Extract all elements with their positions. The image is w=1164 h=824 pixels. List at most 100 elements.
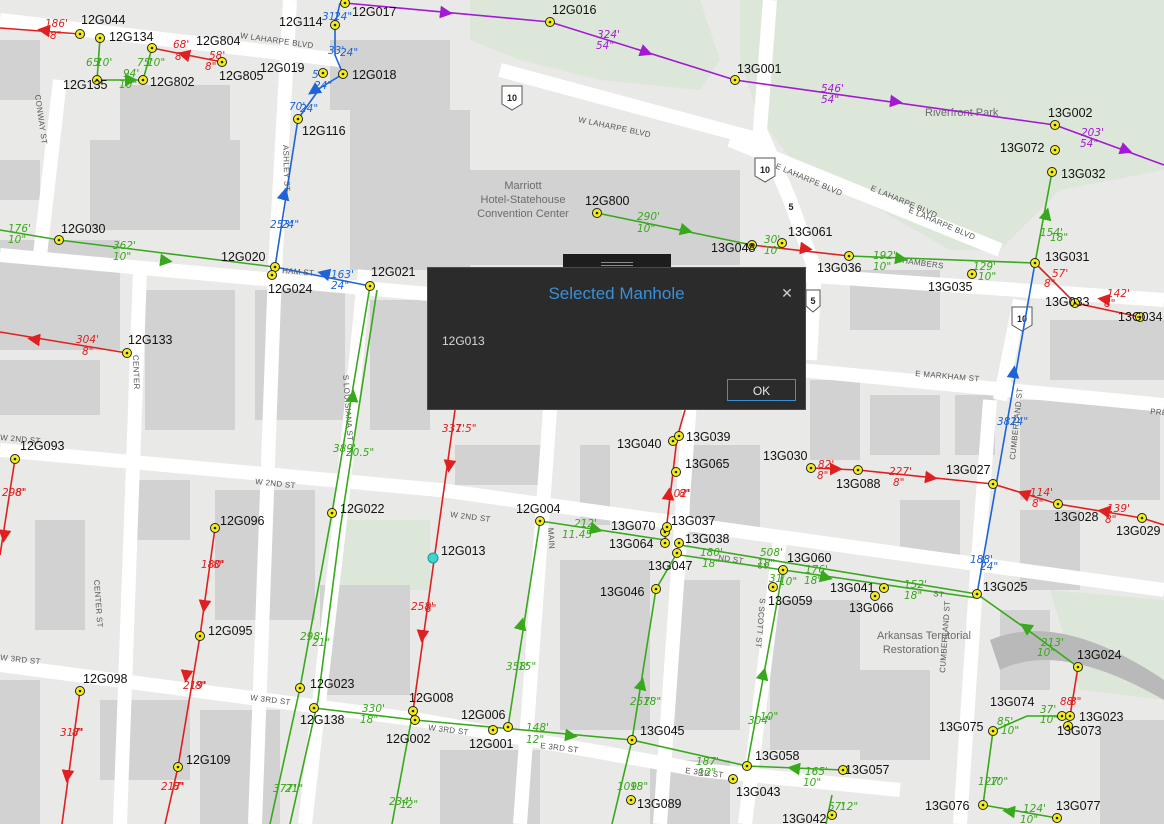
manhole-marker[interactable] — [972, 589, 982, 599]
manhole-marker[interactable] — [408, 706, 418, 716]
manhole-marker[interactable] — [338, 69, 348, 79]
manhole-marker[interactable] — [671, 467, 681, 477]
manhole-marker[interactable] — [1050, 145, 1060, 155]
pipe-size-label: 8" — [1105, 514, 1117, 526]
pipe-size-label: 18" — [643, 696, 661, 708]
manhole-label: 13G038 — [685, 532, 730, 546]
poi-label: Hotel-Statehouse — [481, 194, 566, 206]
manhole-marker[interactable] — [1052, 813, 1062, 823]
manhole-marker[interactable] — [806, 463, 816, 473]
manhole-marker[interactable] — [827, 810, 837, 820]
manhole-marker[interactable] — [1065, 711, 1075, 721]
manhole-marker[interactable] — [651, 584, 661, 594]
pipe-size-label: 18" — [804, 575, 822, 587]
manhole-marker[interactable] — [340, 0, 350, 8]
manhole-marker[interactable] — [75, 29, 85, 39]
manhole-marker[interactable] — [853, 465, 863, 475]
manhole-marker[interactable] — [267, 270, 277, 280]
manhole-marker[interactable] — [1050, 120, 1060, 130]
manhole-marker[interactable] — [1073, 662, 1083, 672]
manhole-marker[interactable] — [768, 582, 778, 592]
manhole-marker[interactable] — [545, 17, 555, 27]
manhole-marker[interactable] — [295, 683, 305, 693]
manhole-marker[interactable] — [728, 774, 738, 784]
pipe-size-label: 24" — [331, 280, 349, 292]
grip-line — [601, 265, 633, 266]
manhole-marker[interactable] — [742, 761, 752, 771]
manhole-marker[interactable] — [967, 269, 977, 279]
manhole-marker[interactable] — [75, 686, 85, 696]
manhole-marker[interactable] — [674, 431, 684, 441]
manhole-marker[interactable] — [730, 75, 740, 85]
manhole-label: 12G135 — [63, 78, 108, 92]
ok-button[interactable]: OK — [727, 379, 796, 401]
manhole-marker[interactable] — [54, 235, 64, 245]
manhole-marker[interactable] — [978, 800, 988, 810]
manhole-marker[interactable] — [318, 68, 328, 78]
pipe-size-label: 8" — [15, 487, 27, 499]
manhole-marker[interactable] — [309, 703, 319, 713]
manhole-marker[interactable] — [844, 251, 854, 261]
manhole-label: 13G075 — [939, 720, 984, 734]
manhole-marker[interactable] — [674, 538, 684, 548]
manhole-marker[interactable] — [330, 20, 340, 30]
manhole-label: 13G077 — [1056, 799, 1101, 813]
manhole-label: 13G066 — [849, 601, 894, 615]
manhole-marker[interactable] — [147, 43, 157, 53]
pipe-size-label: 54" — [596, 40, 614, 52]
manhole-marker[interactable] — [778, 565, 788, 575]
manhole-marker[interactable] — [327, 508, 337, 518]
close-icon[interactable]: ✕ — [777, 283, 797, 303]
manhole-marker[interactable] — [627, 735, 637, 745]
sewer-map[interactable]: W LAHARPE BLVD W LAHARPE BLVD E LAHARPE … — [0, 0, 1164, 824]
manhole-label: 13G064 — [609, 537, 654, 551]
manhole-marker[interactable] — [122, 348, 132, 358]
pipe-size-label: 8" — [1032, 498, 1044, 510]
manhole-marker[interactable] — [10, 454, 20, 464]
manhole-marker[interactable] — [138, 75, 148, 85]
pipe-size-label: 24" — [281, 219, 299, 231]
manhole-label: 12G020 — [221, 250, 266, 264]
manhole-marker[interactable] — [217, 57, 227, 67]
manhole-marker[interactable] — [1053, 499, 1063, 509]
manhole-marker[interactable] — [195, 631, 205, 641]
pipe-size-label: 18" — [757, 558, 775, 570]
manhole-marker[interactable] — [410, 715, 420, 725]
pipe-length-label: 68' — [173, 39, 189, 51]
manhole-marker[interactable] — [365, 281, 375, 291]
manhole-label: 13G033 — [1045, 295, 1090, 309]
manhole-marker[interactable] — [988, 726, 998, 736]
manhole-marker[interactable] — [210, 523, 220, 533]
poi-label: Marriott — [504, 180, 541, 192]
manhole-marker[interactable] — [1030, 258, 1040, 268]
manhole-label: 12G004 — [516, 502, 561, 516]
manhole-marker[interactable] — [660, 538, 670, 548]
manhole-label: 12G098 — [83, 672, 128, 686]
manhole-label: 12G800 — [585, 194, 630, 208]
manhole-marker[interactable] — [95, 33, 105, 43]
manhole-marker[interactable] — [988, 479, 998, 489]
manhole-marker[interactable] — [293, 114, 303, 124]
manhole-marker[interactable] — [1137, 513, 1147, 523]
manhole-marker[interactable] — [488, 725, 498, 735]
manhole-label: 13G088 — [836, 477, 881, 491]
manhole-marker[interactable] — [1047, 167, 1057, 177]
manhole-label: 13G030 — [763, 449, 808, 463]
manhole-marker[interactable] — [173, 762, 183, 772]
manhole-marker[interactable] — [672, 548, 682, 558]
manhole-label: 12G023 — [310, 677, 355, 691]
street-label: MAIN — [546, 528, 556, 550]
pipe-size-label: 8" — [679, 488, 691, 500]
manhole-label: 12G019 — [260, 61, 305, 75]
manhole-marker[interactable] — [535, 516, 545, 526]
pipe-size-label: 18" — [630, 781, 648, 793]
manhole-marker[interactable] — [879, 583, 889, 593]
manhole-marker[interactable] — [503, 722, 513, 732]
manhole-marker[interactable] — [592, 208, 602, 218]
manhole-marker[interactable] — [777, 238, 787, 248]
manhole-marker[interactable] — [626, 795, 636, 805]
manhole-label: 12G030 — [61, 222, 106, 236]
manhole-label: 13G057 — [845, 763, 890, 777]
manhole-label: 12G096 — [220, 514, 265, 528]
manhole-marker-selected[interactable] — [427, 552, 439, 564]
